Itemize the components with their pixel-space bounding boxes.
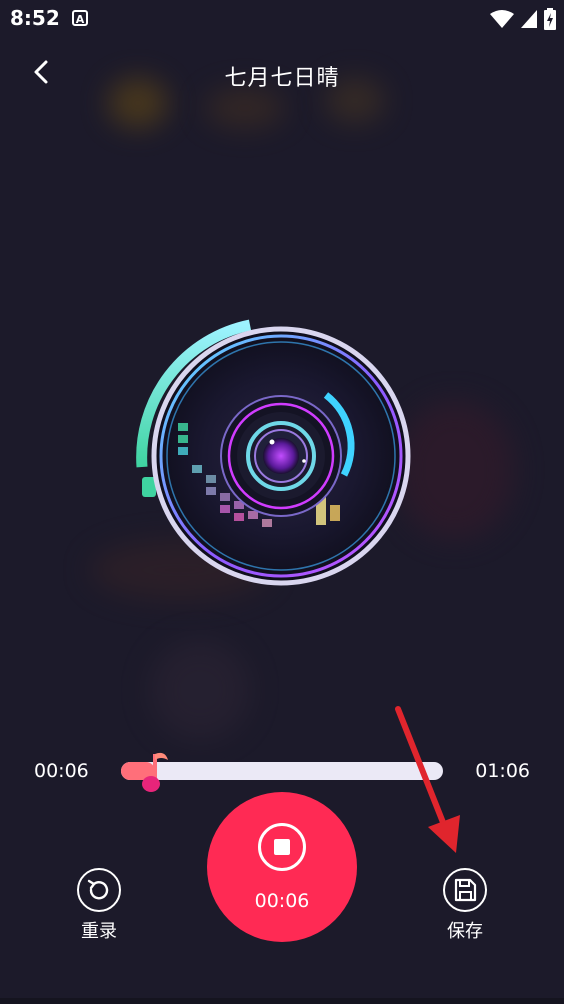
save-button[interactable]: 保存 <box>435 868 495 943</box>
app-notification-icon: A <box>72 10 88 26</box>
vinyl-disc-artwork <box>136 319 411 586</box>
stop-square-icon <box>274 839 290 855</box>
status-icons <box>490 8 556 30</box>
annotation-arrow-icon <box>395 706 460 853</box>
total-time: 01:06 <box>475 760 530 782</box>
nav-strip <box>0 998 564 1004</box>
wifi-icon <box>490 10 514 28</box>
signal-icon <box>521 10 537 28</box>
save-circle <box>443 868 487 912</box>
bg-light-blob <box>150 640 250 740</box>
floppy-disk-icon <box>454 878 477 902</box>
status-time: 8:52 <box>10 6 60 30</box>
status-bar: 8:52 A <box>0 0 564 38</box>
rerecord-button[interactable]: 重录 <box>69 868 129 943</box>
stop-icon <box>258 823 306 871</box>
stop-record-button[interactable]: 00:06 <box>207 792 357 942</box>
rerecord-circle <box>77 868 121 912</box>
current-time: 00:06 <box>34 760 89 782</box>
top-bar: 七月七日晴 <box>0 50 564 98</box>
page-title: 七月七日晴 <box>224 66 340 91</box>
record-time: 00:06 <box>254 890 310 912</box>
battery-icon <box>544 8 556 30</box>
rerecord-label: 重录 <box>81 921 117 942</box>
rotate-ccw-icon <box>87 879 109 900</box>
save-label: 保存 <box>447 921 483 942</box>
music-note-thumb-icon[interactable] <box>141 746 175 796</box>
